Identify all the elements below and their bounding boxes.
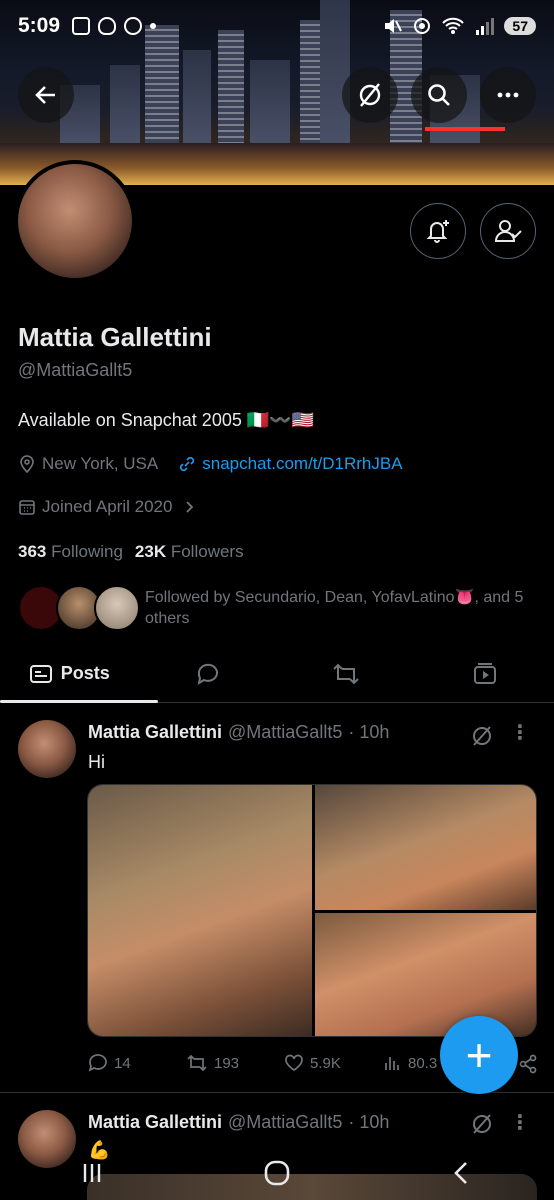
ellipsis-icon [497, 92, 519, 98]
like-count: 5.9K [310, 1054, 341, 1072]
system-nav-bar [0, 1146, 554, 1200]
grok-icon [359, 83, 381, 107]
tab-reposts[interactable] [277, 645, 416, 702]
recent-apps-icon[interactable] [78, 1159, 106, 1187]
post-avatar[interactable] [18, 720, 76, 778]
calendar-icon [19, 500, 35, 515]
follow-stats: 363 Following 23K Followers [18, 542, 244, 562]
banner-light [425, 127, 505, 131]
compose-button[interactable]: + [440, 1016, 518, 1094]
calendar-icon [72, 17, 91, 35]
home-icon[interactable] [262, 1158, 292, 1188]
profile-tabs: Posts [0, 645, 554, 703]
chevron-right-icon [186, 501, 194, 513]
post-image[interactable] [315, 913, 536, 1036]
grok-button[interactable] [342, 67, 398, 123]
repost-count: 193 [214, 1054, 240, 1072]
reply-button[interactable]: 14 [88, 1052, 186, 1074]
repost-icon [187, 1054, 207, 1072]
snapchat-icon [98, 17, 117, 35]
joined-text: Joined April 2020 [42, 497, 173, 516]
post-image[interactable] [315, 785, 536, 910]
profile-name: Mattia Gallettini [18, 322, 212, 352]
tab-media[interactable] [416, 645, 554, 702]
notification-icons [72, 17, 157, 35]
posts-icon [29, 664, 52, 683]
bell-plus-icon [426, 220, 449, 243]
repost-button[interactable]: 193 [186, 1052, 284, 1074]
post-time: · 10h [348, 722, 390, 742]
tab-posts[interactable]: Posts [0, 645, 158, 703]
post-text: Hi [88, 752, 105, 772]
whatsapp-icon [124, 17, 143, 35]
tab-replies[interactable] [139, 645, 278, 702]
tab-label: Posts [60, 663, 110, 683]
status-bar: 5:09 57 [0, 0, 554, 52]
arrow-left-icon [35, 86, 55, 104]
followed-by-avatars[interactable] [18, 585, 140, 633]
post-time: · 10h [348, 1112, 390, 1132]
followers-count: 23K [134, 542, 167, 561]
share-icon[interactable] [518, 1054, 538, 1074]
reply-count: 14 [114, 1054, 131, 1072]
profile-handle: @MattiaGallt5 [18, 360, 133, 380]
post-more-button[interactable]: ⋮ [510, 1110, 530, 1135]
like-button[interactable]: 5.9K [284, 1052, 382, 1074]
back-button[interactable] [18, 67, 74, 123]
following-button[interactable] [480, 203, 536, 259]
banner-building [250, 60, 290, 145]
following-label: Following [51, 542, 123, 561]
post-author-name[interactable]: Mattia Gallettini [88, 722, 222, 743]
avatar [94, 585, 140, 631]
post-author-name[interactable]: Mattia Gallettini [88, 1112, 222, 1133]
banner-building [110, 65, 140, 145]
more-options-button[interactable] [480, 67, 536, 123]
profile-avatar[interactable] [14, 160, 136, 282]
view-count: 80.3 [408, 1054, 438, 1072]
location-pin-icon [20, 455, 34, 473]
repost-icon [333, 663, 359, 684]
status-right: 57 [382, 16, 536, 36]
link-icon [180, 456, 195, 472]
media-icon [473, 662, 496, 684]
battery-indicator: 57 [504, 17, 536, 35]
following-stat[interactable]: 363 Following [18, 542, 123, 562]
views-icon [385, 1057, 399, 1070]
post-header: Mattia Gallettini @MattiaGallt5 · 10h [88, 1112, 389, 1133]
signal-icon [476, 18, 495, 35]
post-author-handle: @MattiaGallt5 [228, 722, 343, 742]
profile-joined[interactable]: Joined April 2020 [18, 497, 196, 517]
replies-icon [197, 663, 218, 685]
reply-icon [88, 1054, 107, 1072]
wifi-icon [442, 17, 465, 34]
following-count: 363 [18, 542, 47, 561]
followers-label: Followers [170, 542, 244, 561]
grok-icon[interactable] [470, 1112, 494, 1136]
post-header: Mattia Gallettini @MattiaGallt5 · 10h [88, 722, 389, 743]
notifications-button[interactable] [410, 203, 466, 259]
banner-building [183, 50, 211, 145]
post-media-grid [87, 784, 537, 1037]
followed-by-text[interactable]: Followed by Secundario, Dean, YofavLatin… [145, 587, 535, 629]
profile-bio: Available on Snapchat 2005 🇮🇹〰️🇺🇸 [18, 410, 315, 430]
followers-stat[interactable]: 23K Followers [135, 542, 244, 562]
more-notifications-dot [150, 23, 157, 29]
profile-link[interactable]: snapchat.com/t/D1RrhJBA [202, 454, 402, 474]
profile-location: New York, USA [42, 454, 159, 473]
profile-meta: New York, USA snapchat.com/t/D1RrhJBA [18, 454, 403, 474]
grok-icon[interactable] [470, 724, 494, 748]
hotspot-icon [414, 18, 431, 34]
heart-icon [285, 1054, 303, 1072]
mute-icon [385, 19, 403, 33]
post-image[interactable] [88, 785, 312, 1036]
search-button[interactable] [411, 67, 467, 123]
status-time: 5:09 [18, 14, 61, 37]
post-more-button[interactable]: ⋮ [510, 720, 530, 745]
post-author-handle: @MattiaGallt5 [228, 1112, 343, 1132]
user-check-icon [494, 220, 522, 242]
search-icon [428, 84, 450, 106]
system-back-icon[interactable] [448, 1159, 476, 1187]
